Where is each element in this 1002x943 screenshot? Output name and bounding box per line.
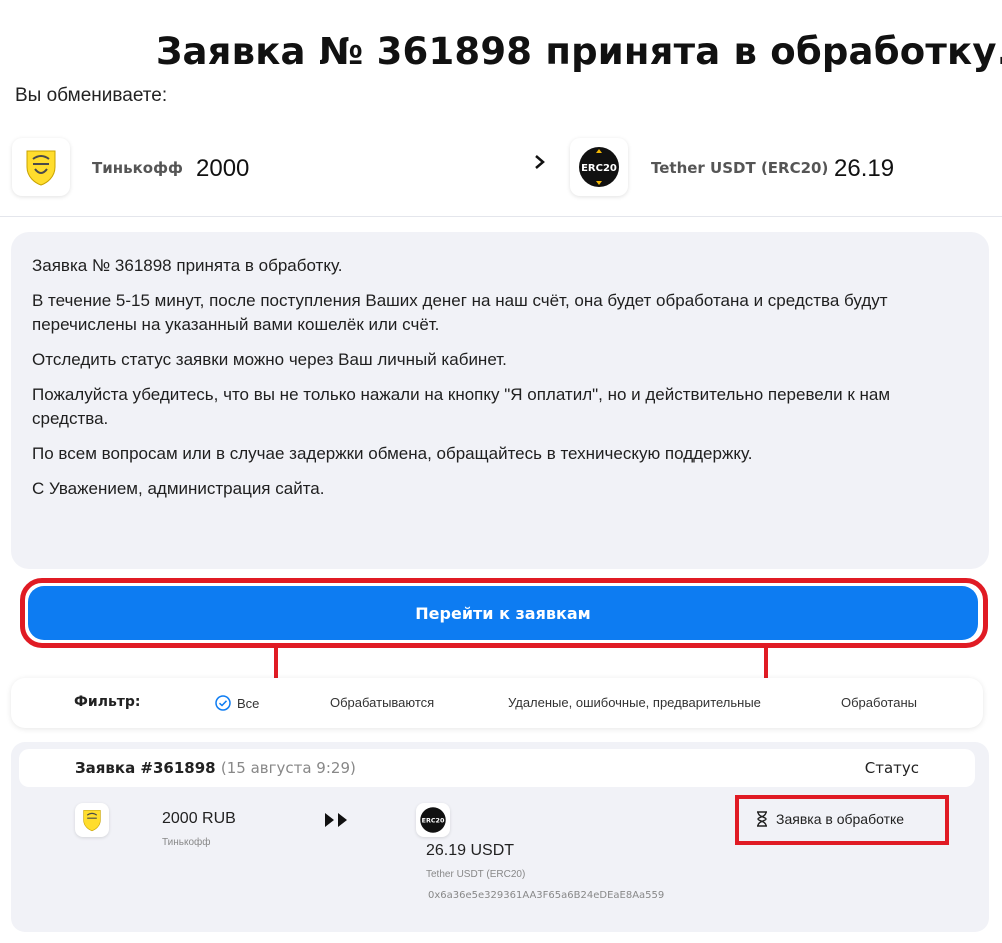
info-paragraph: Пожалуйста убедитесь, что вы не только н… <box>32 385 891 428</box>
filter-option-label: Обработаны <box>841 695 917 710</box>
order-give-amount: 2000 RUB <box>162 810 236 827</box>
info-paragraph: В течение 5-15 минут, после поступления … <box>32 291 888 334</box>
divider <box>0 216 1002 217</box>
filter-option-label: Удаленые, ошибочные, предварительные <box>508 695 761 710</box>
order-header: Заявка #361898 (15 августа 9:29) Статус <box>19 749 975 787</box>
filter-option-processing[interactable]: Обрабатываются <box>330 695 434 710</box>
double-chevron-right-icon <box>323 811 353 834</box>
filter-label: Фильтр: <box>74 694 141 710</box>
from-amount: 2000 <box>196 155 250 182</box>
order-get-amount: 26.19 USDT <box>426 842 515 859</box>
order-status-text: Заявка в обработке <box>776 811 905 827</box>
filter-option-all[interactable]: Все <box>215 695 259 711</box>
tinkoff-logo <box>12 138 70 196</box>
erc20-logo-text: ERC20 <box>422 818 445 825</box>
check-circle-icon <box>215 695 231 711</box>
filter-option-deleted[interactable]: Удаленые, ошибочные, предварительные <box>508 695 761 710</box>
info-paragraph: Заявка № 361898 принята в обработку. <box>32 256 343 275</box>
to-currency-name: Tether USDT (ERC20) <box>651 159 829 177</box>
order-give-method: Тинькофф <box>162 837 211 848</box>
you-exchange-label: Вы обмениваете: <box>15 85 168 106</box>
filter-option-label: Обрабатываются <box>330 695 435 710</box>
filter-option-label: Все <box>237 695 260 711</box>
to-amount: 26.19 <box>834 155 895 182</box>
page-title: Заявка № 361898 принята в обработку. <box>156 30 1002 73</box>
tinkoff-logo <box>75 803 109 837</box>
order-title[interactable]: Заявка #361898 (15 августа 9:29) <box>75 759 356 777</box>
erc20-logo: ERC20 <box>416 803 450 837</box>
wallet-address: 0x6a36e5e329361AA3F65a6B24eDEaE8Aa559 <box>428 890 665 901</box>
go-to-orders-button[interactable]: Перейти к заявкам <box>28 586 978 640</box>
info-paragraph: Отследить статус заявки можно через Ваш … <box>32 350 507 369</box>
order-status-badge: Заявка в обработке <box>756 811 904 827</box>
erc20-logo-text: ERC20 <box>581 163 617 174</box>
order-date: (15 августа 9:29) <box>220 759 356 777</box>
order-get-method: Tether USDT (ERC20) <box>426 869 526 880</box>
order-number: Заявка #361898 <box>75 759 216 777</box>
chevron-right-icon <box>532 150 548 174</box>
info-paragraph: По всем вопросам или в случае задержки о… <box>32 444 753 463</box>
filter-option-done[interactable]: Обработаны <box>841 695 917 710</box>
info-card: Заявка № 361898 принята в обработку. В т… <box>11 232 989 569</box>
erc20-logo: ERC20 <box>570 138 628 196</box>
info-paragraph: С Уважением, администрация сайта. <box>32 479 325 498</box>
filter-bar: Фильтр: Все Обрабатываются Удаленые, оши… <box>11 678 983 728</box>
from-currency-name: Тинькофф <box>92 159 183 177</box>
hourglass-icon <box>757 811 767 827</box>
status-column-header: Статус <box>864 759 919 777</box>
